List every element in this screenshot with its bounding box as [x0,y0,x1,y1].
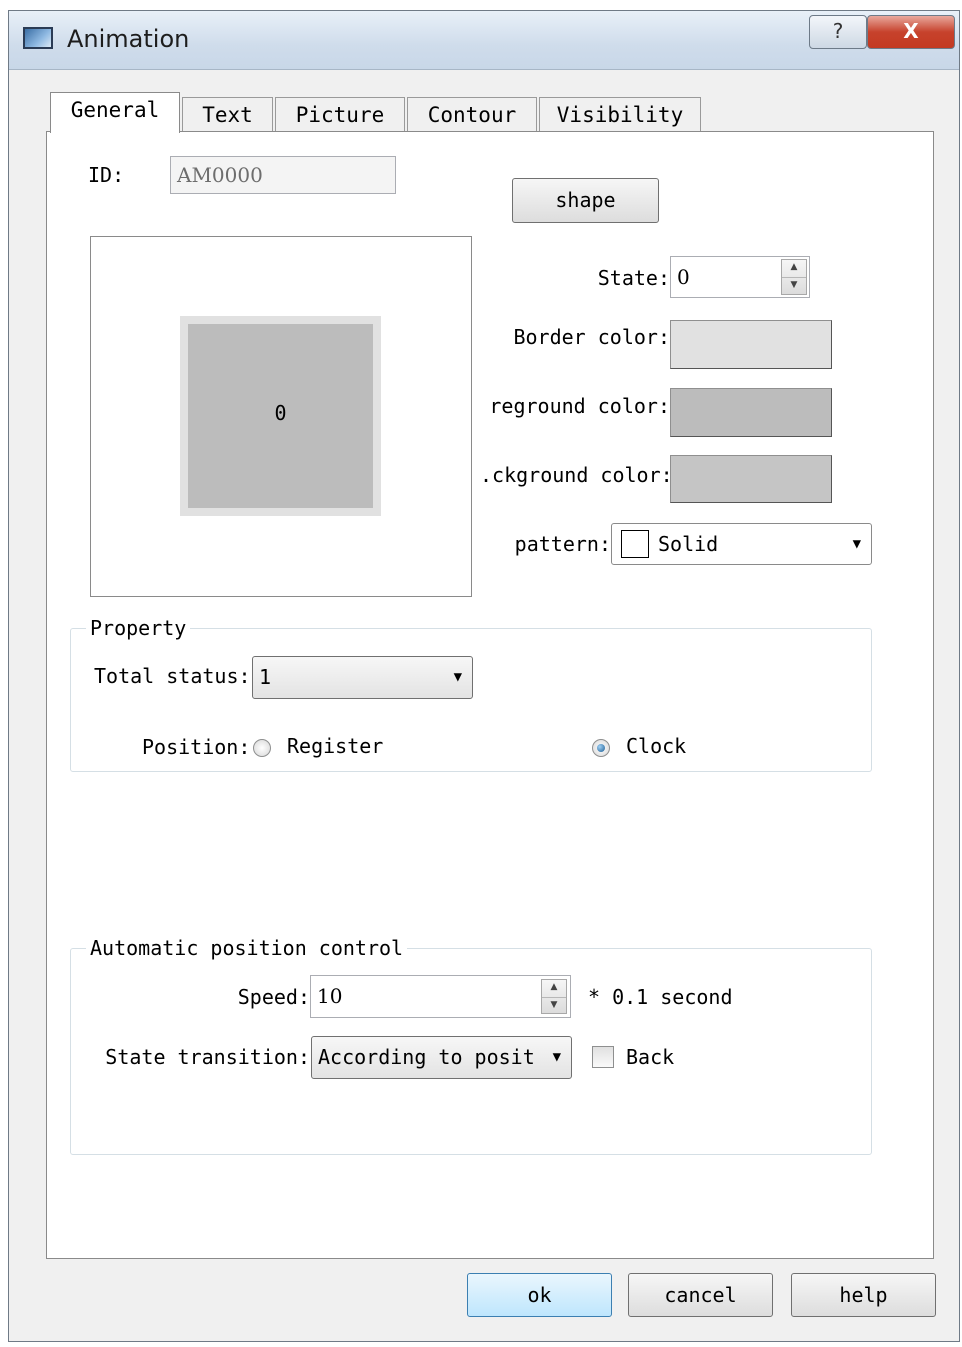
position-register-radio[interactable] [253,739,271,757]
cancel-button[interactable]: cancel [628,1273,773,1317]
foreground-color-label: reground color: [489,394,670,418]
state-transition-label: State transition: [105,1045,310,1069]
state-label: State: [597,266,670,290]
title-bar[interactable]: Animation ? X [9,11,959,70]
tab-general[interactable]: General [50,92,180,133]
chevron-down-icon: ▼ [453,669,462,685]
chevron-down-icon: ▼ [552,1049,561,1065]
position-register-label[interactable]: Register [287,734,383,758]
tab-contour[interactable]: Contour [407,97,537,132]
state-spinner[interactable]: ▲ ▼ [781,259,807,295]
pattern-value: Solid [658,532,719,556]
position-label: Position: [142,735,251,759]
back-checkbox[interactable] [592,1046,614,1068]
background-color-swatch[interactable] [670,455,832,503]
border-color-swatch[interactable] [670,320,832,369]
help-button[interactable]: help [791,1273,936,1317]
tab-text[interactable]: Text [182,97,273,132]
spin-down-icon[interactable]: ▼ [782,277,806,294]
state-transition-select[interactable]: According to posit ▼ [311,1036,572,1079]
window-title: Animation [67,25,190,53]
spin-up-icon[interactable]: ▲ [782,260,806,277]
total-status-value: 1 [259,665,272,689]
border-color-label: Border color: [513,325,670,349]
pattern-label: pattern: [514,532,611,556]
shape-button[interactable]: shape [512,178,659,223]
close-icon[interactable]: X [867,15,955,49]
position-clock-radio[interactable] [592,739,610,757]
position-clock-label[interactable]: Clock [626,734,686,758]
id-field[interactable]: AM0000 [170,156,396,194]
ok-button[interactable]: ok [467,1273,612,1317]
spin-up-icon[interactable]: ▲ [542,980,566,997]
spin-down-icon[interactable]: ▼ [542,996,566,1014]
auto-control-group-title: Automatic position control [86,936,408,960]
property-group-title: Property [86,616,191,640]
background-color-label: .ckground color: [480,463,670,487]
tab-visibility[interactable]: Visibility [539,97,701,132]
window-icon [23,27,53,49]
shape-preview: 0 [90,236,472,597]
total-status-select[interactable]: 1 ▼ [252,656,473,699]
help-icon[interactable]: ? [809,15,867,49]
chevron-down-icon: ▼ [852,536,861,552]
tab-picture[interactable]: Picture [275,97,405,132]
foreground-color-swatch[interactable] [670,388,832,437]
speed-spinner[interactable]: ▲ ▼ [541,979,567,1014]
preview-value: 0 [274,401,287,425]
state-transition-value: According to posit [318,1045,535,1069]
speed-unit-label: * 0.1 second [588,985,733,1009]
preview-fill: 0 [188,324,373,508]
pattern-swatch [621,530,649,558]
back-label[interactable]: Back [626,1045,674,1069]
pattern-select[interactable]: Solid ▼ [611,523,872,565]
preview-border: 0 [180,316,381,516]
total-status-label: Total status: [94,664,251,688]
speed-label: Speed: [237,985,310,1009]
speed-field[interactable]: 10 [310,975,571,1018]
id-label: ID: [88,163,125,187]
